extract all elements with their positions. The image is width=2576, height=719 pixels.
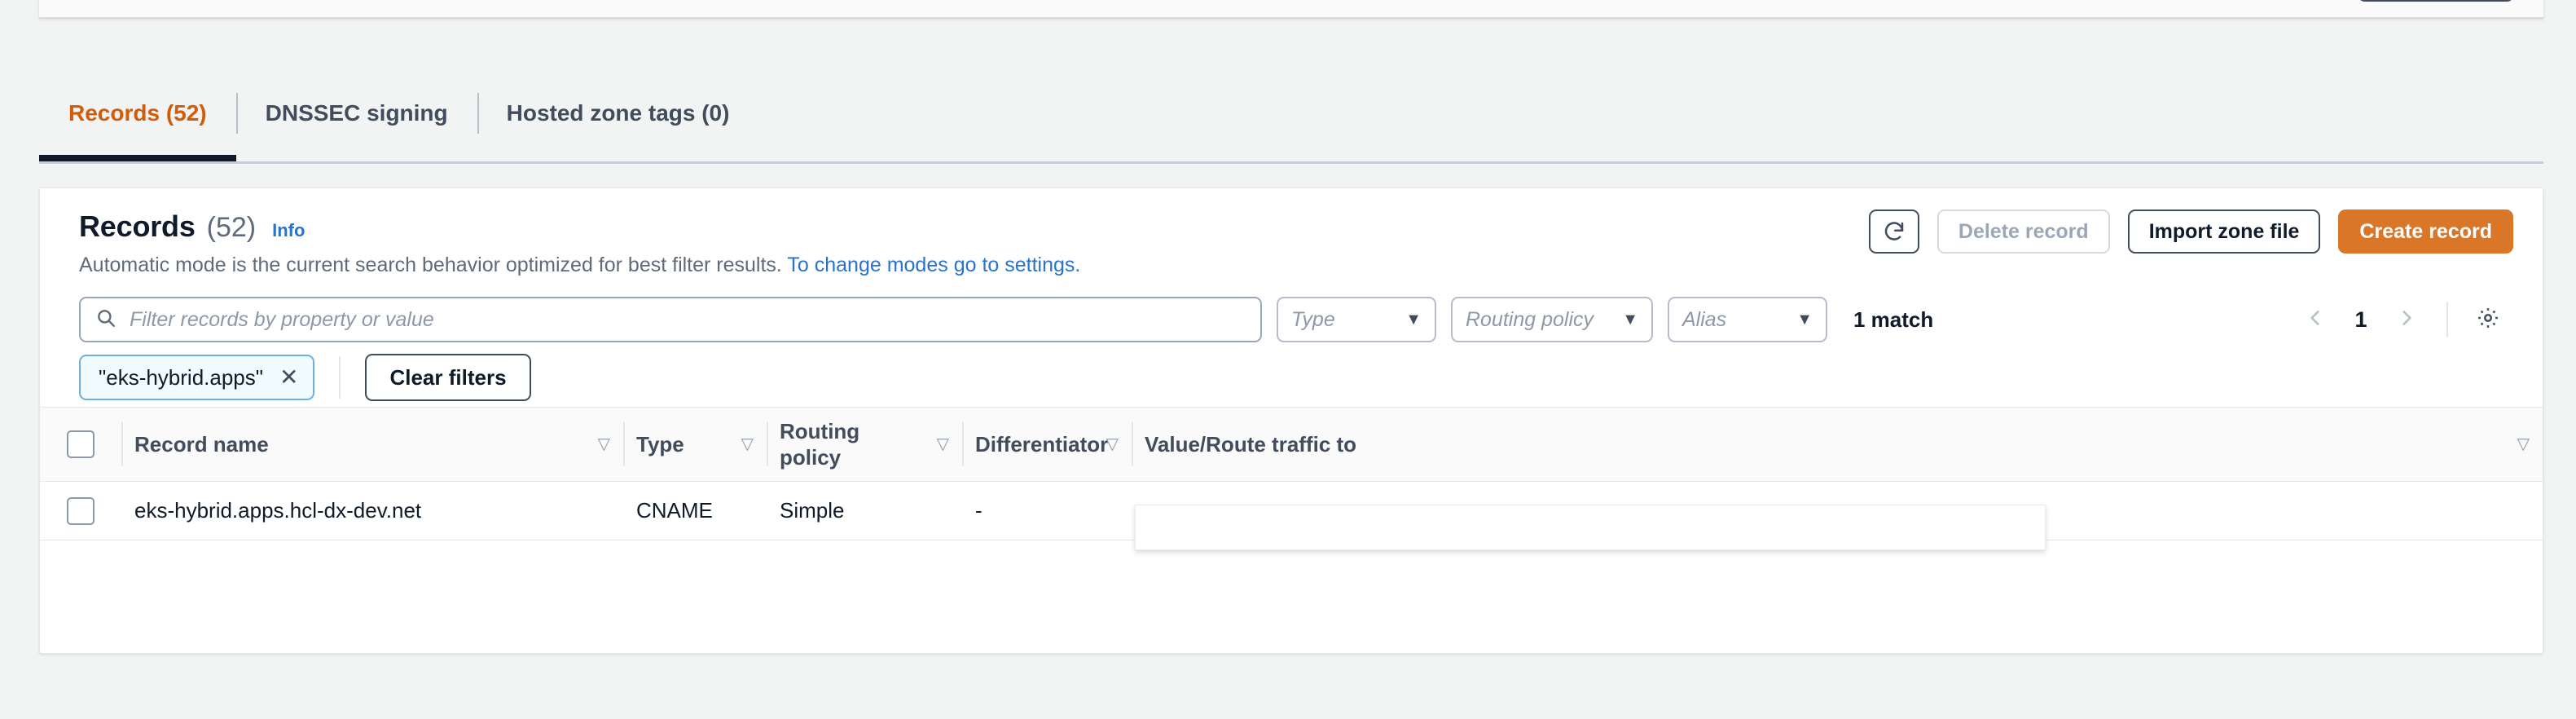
column-header-routing-policy-label: Routing policy bbox=[780, 418, 860, 470]
sort-icon[interactable]: ▽ bbox=[2509, 436, 2530, 452]
sort-icon[interactable]: ▽ bbox=[590, 436, 610, 452]
filter-row: Filter records by property or value Type… bbox=[40, 291, 2543, 348]
records-panel-header: Records (52) Info Automatic mode is the … bbox=[40, 188, 2543, 286]
sort-icon[interactable]: ▽ bbox=[1098, 436, 1119, 452]
routing-policy-filter-label: Routing policy bbox=[1466, 307, 1594, 331]
search-input-placeholder: Filter records by property or value bbox=[130, 307, 434, 331]
search-input[interactable]: Filter records by property or value bbox=[79, 297, 1262, 342]
table-preferences-button[interactable] bbox=[2466, 298, 2510, 342]
chevron-down-icon: ▼ bbox=[1622, 311, 1638, 329]
chevron-down-icon: ▼ bbox=[1796, 311, 1813, 329]
table-row[interactable]: eks-hybrid.apps.hcl-dx-dev.net CNAME Sim… bbox=[40, 482, 2543, 550]
tab-records[interactable]: Records (52) bbox=[39, 65, 236, 161]
column-header-record-name[interactable]: Record name ▽ bbox=[121, 408, 623, 481]
type-filter-label: Type bbox=[1291, 307, 1335, 331]
previous-section-button[interactable] bbox=[2358, 0, 2514, 2]
filter-token[interactable]: "eks-hybrid.apps" ✕ bbox=[79, 355, 315, 400]
column-header-differentiator[interactable]: Differentiator ▽ bbox=[962, 408, 1132, 481]
delete-record-button[interactable]: Delete record bbox=[1936, 210, 2110, 254]
cell-differentiator-text: - bbox=[975, 498, 982, 523]
clear-filters-button[interactable]: Clear filters bbox=[365, 354, 531, 401]
cell-record-name-text: eks-hybrid.apps.hcl-dx-dev.net bbox=[134, 498, 422, 523]
column-header-routing-policy[interactable]: Routing policy ▽ bbox=[767, 408, 962, 481]
select-all-header bbox=[40, 408, 121, 481]
chevron-right-icon bbox=[2396, 307, 2417, 333]
row-checkbox[interactable] bbox=[67, 496, 95, 525]
type-filter-dropdown[interactable]: Type ▼ bbox=[1277, 297, 1436, 342]
cell-type: CNAME bbox=[623, 498, 767, 523]
create-record-button[interactable]: Create record bbox=[2338, 210, 2513, 254]
cell-routing-policy: Simple bbox=[767, 498, 962, 523]
pagination: 1 bbox=[2293, 298, 2510, 342]
cell-type-text: CNAME bbox=[636, 498, 713, 523]
chevron-down-icon: ▼ bbox=[1405, 311, 1422, 329]
pagination-page-1[interactable]: 1 bbox=[2342, 307, 2380, 333]
column-header-differentiator-label: Differentiator bbox=[975, 431, 1109, 457]
match-count: 1 match bbox=[1853, 307, 1934, 332]
sort-icon[interactable]: ▽ bbox=[929, 436, 949, 452]
column-header-type[interactable]: Type ▽ bbox=[623, 408, 767, 481]
panel-subtitle-text: Automatic mode is the current search beh… bbox=[79, 254, 782, 276]
pagination-divider bbox=[2446, 302, 2448, 337]
active-filters: "eks-hybrid.apps" ✕ Clear filters bbox=[40, 348, 2543, 407]
column-header-record-name-label: Record name bbox=[134, 431, 269, 457]
cell-record-name: eks-hybrid.apps.hcl-dx-dev.net bbox=[121, 498, 623, 523]
cell-differentiator: - bbox=[962, 498, 1132, 523]
tab-records-label: Records (52) bbox=[68, 100, 207, 126]
pagination-previous-button[interactable] bbox=[2293, 298, 2337, 342]
settings-link[interactable]: To change modes go to settings. bbox=[787, 254, 1080, 276]
tab-bar-divider bbox=[39, 161, 2543, 164]
alias-filter-label: Alias bbox=[1682, 307, 1727, 331]
records-count: (52) bbox=[206, 212, 257, 243]
table-header-row: Record name ▽ Type ▽ Routing policy ▽ Di… bbox=[40, 407, 2543, 482]
cell-routing-policy-text: Simple bbox=[780, 498, 845, 523]
records-table: Record name ▽ Type ▽ Routing policy ▽ Di… bbox=[40, 407, 2543, 550]
pagination-next-button[interactable] bbox=[2385, 298, 2429, 342]
row-select-cell bbox=[40, 496, 121, 525]
refresh-button[interactable] bbox=[1868, 210, 1919, 254]
records-panel: Records (52) Info Automatic mode is the … bbox=[39, 187, 2543, 654]
refresh-icon bbox=[1882, 219, 1906, 244]
value-popover bbox=[1135, 504, 2046, 550]
delete-record-label: Delete record bbox=[1958, 219, 2089, 243]
panel-subtitle: Automatic mode is the current search beh… bbox=[79, 254, 2510, 277]
filter-token-label: "eks-hybrid.apps" bbox=[99, 364, 263, 390]
clear-filters-label: Clear filters bbox=[389, 364, 507, 390]
tab-hosted-zone-tags-label: Hosted zone tags (0) bbox=[506, 100, 730, 126]
sort-icon[interactable]: ▽ bbox=[733, 436, 754, 452]
tab-dnssec-signing[interactable]: DNSSEC signing bbox=[235, 65, 477, 161]
page-title-text: Records bbox=[79, 210, 196, 243]
import-zone-file-button[interactable]: Import zone file bbox=[2127, 210, 2321, 254]
import-zone-file-label: Import zone file bbox=[2148, 219, 2300, 243]
tab-dnssec-signing-label: DNSSEC signing bbox=[265, 100, 448, 126]
gear-icon bbox=[2476, 306, 2500, 334]
filter-divider bbox=[339, 356, 341, 399]
create-record-label: Create record bbox=[2359, 219, 2492, 243]
chevron-left-icon bbox=[2305, 307, 2326, 333]
panel-actions: Delete record Import zone file Create re… bbox=[1868, 210, 2513, 254]
select-all-checkbox[interactable] bbox=[67, 430, 95, 458]
routing-policy-filter-dropdown[interactable]: Routing policy ▼ bbox=[1451, 297, 1653, 342]
alias-filter-dropdown[interactable]: Alias ▼ bbox=[1668, 297, 1827, 342]
previous-section-panel bbox=[39, 0, 2543, 18]
column-header-value[interactable]: Value/Route traffic to ▽ bbox=[1132, 408, 2543, 481]
info-link[interactable]: Info bbox=[272, 220, 305, 241]
tab-hosted-zone-tags[interactable]: Hosted zone tags (0) bbox=[477, 65, 759, 161]
search-icon bbox=[95, 307, 116, 333]
column-header-type-label: Type bbox=[636, 431, 684, 457]
tab-bar: Records (52) DNSSEC signing Hosted zone … bbox=[39, 65, 2543, 163]
column-header-value-label: Value/Route traffic to bbox=[1145, 431, 1357, 457]
close-icon[interactable]: ✕ bbox=[279, 366, 298, 389]
